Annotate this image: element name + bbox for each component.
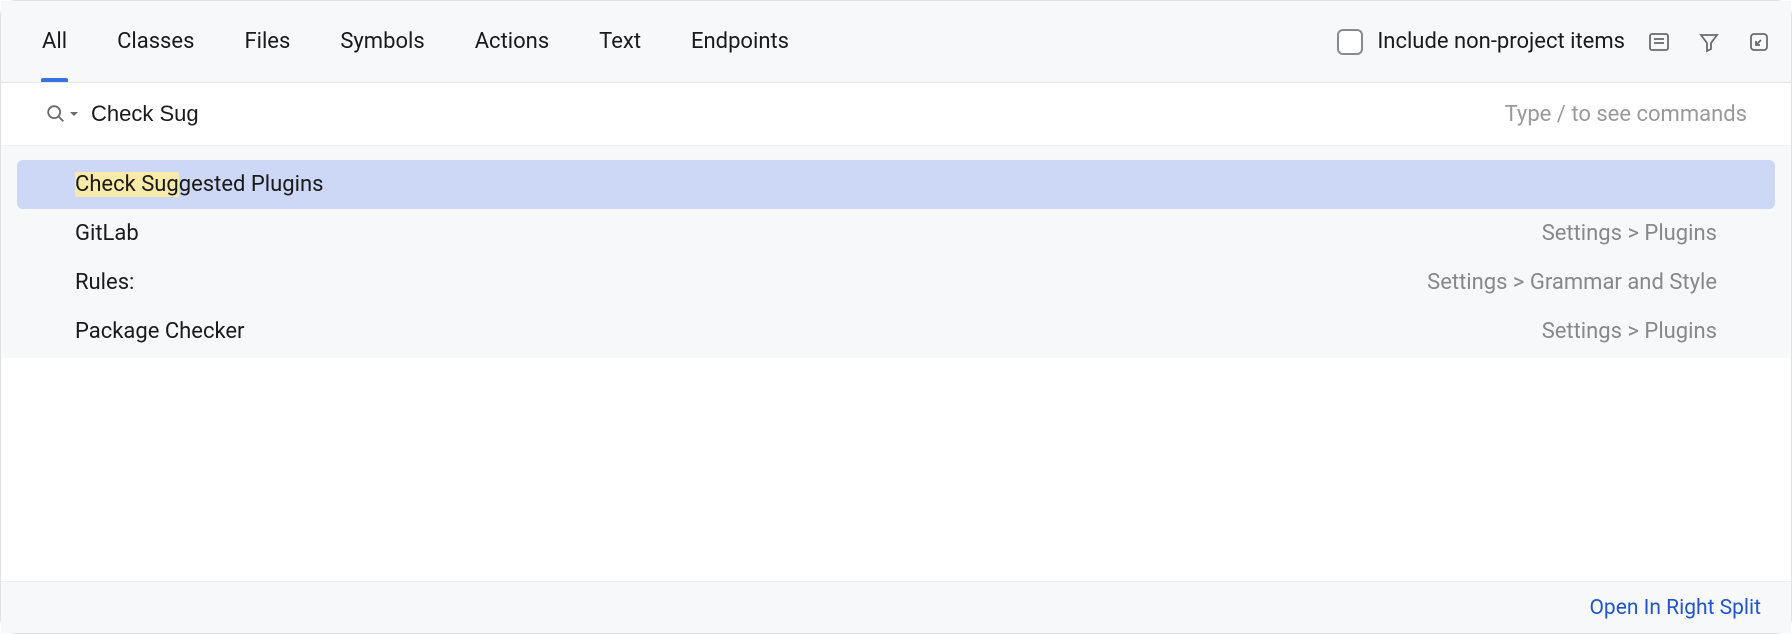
tab-all[interactable]: All bbox=[17, 1, 92, 82]
result-item[interactable]: Rules: Settings > Grammar and Style bbox=[17, 258, 1775, 307]
search-hint: Type / to see commands bbox=[1505, 102, 1747, 127]
header-right-controls: Include non-project items bbox=[1337, 26, 1775, 58]
tab-actions[interactable]: Actions bbox=[450, 1, 574, 82]
tabs: All Classes Files Symbols Actions Text E… bbox=[17, 1, 1337, 82]
filter-icon[interactable] bbox=[1693, 26, 1725, 58]
tab-classes[interactable]: Classes bbox=[92, 1, 219, 82]
result-item[interactable]: GitLab Settings > Plugins bbox=[17, 209, 1775, 258]
checkbox-icon bbox=[1337, 29, 1363, 55]
result-location: Settings > Plugins bbox=[1542, 221, 1717, 246]
include-nonproject-label: Include non-project items bbox=[1377, 29, 1625, 54]
tab-text[interactable]: Text bbox=[574, 1, 666, 82]
tab-files[interactable]: Files bbox=[219, 1, 315, 82]
result-name: Check Suggested Plugins bbox=[75, 172, 323, 197]
empty-area bbox=[1, 358, 1791, 581]
result-item[interactable]: Check Suggested Plugins bbox=[17, 160, 1775, 209]
include-nonproject-toggle[interactable]: Include non-project items bbox=[1337, 29, 1625, 55]
header-bar: All Classes Files Symbols Actions Text E… bbox=[1, 1, 1791, 83]
results-area: Check Suggested Plugins GitLab Settings … bbox=[1, 146, 1791, 633]
pin-icon[interactable] bbox=[1743, 26, 1775, 58]
open-in-right-split-link[interactable]: Open In Right Split bbox=[1589, 596, 1761, 620]
preview-icon[interactable] bbox=[1643, 26, 1675, 58]
tab-endpoints[interactable]: Endpoints bbox=[666, 1, 814, 82]
search-input[interactable] bbox=[91, 101, 1493, 127]
result-name: Package Checker bbox=[75, 319, 245, 344]
result-name: GitLab bbox=[75, 221, 139, 246]
result-location: Settings > Grammar and Style bbox=[1427, 270, 1717, 295]
footer: Open In Right Split bbox=[1, 581, 1791, 633]
search-row: Type / to see commands bbox=[1, 83, 1791, 146]
result-name: Rules: bbox=[75, 270, 134, 295]
result-item[interactable]: Package Checker Settings > Plugins bbox=[17, 307, 1775, 356]
result-list: Check Suggested Plugins GitLab Settings … bbox=[1, 146, 1791, 358]
result-location: Settings > Plugins bbox=[1542, 319, 1717, 344]
tab-symbols[interactable]: Symbols bbox=[315, 1, 449, 82]
search-icon[interactable] bbox=[45, 103, 79, 125]
